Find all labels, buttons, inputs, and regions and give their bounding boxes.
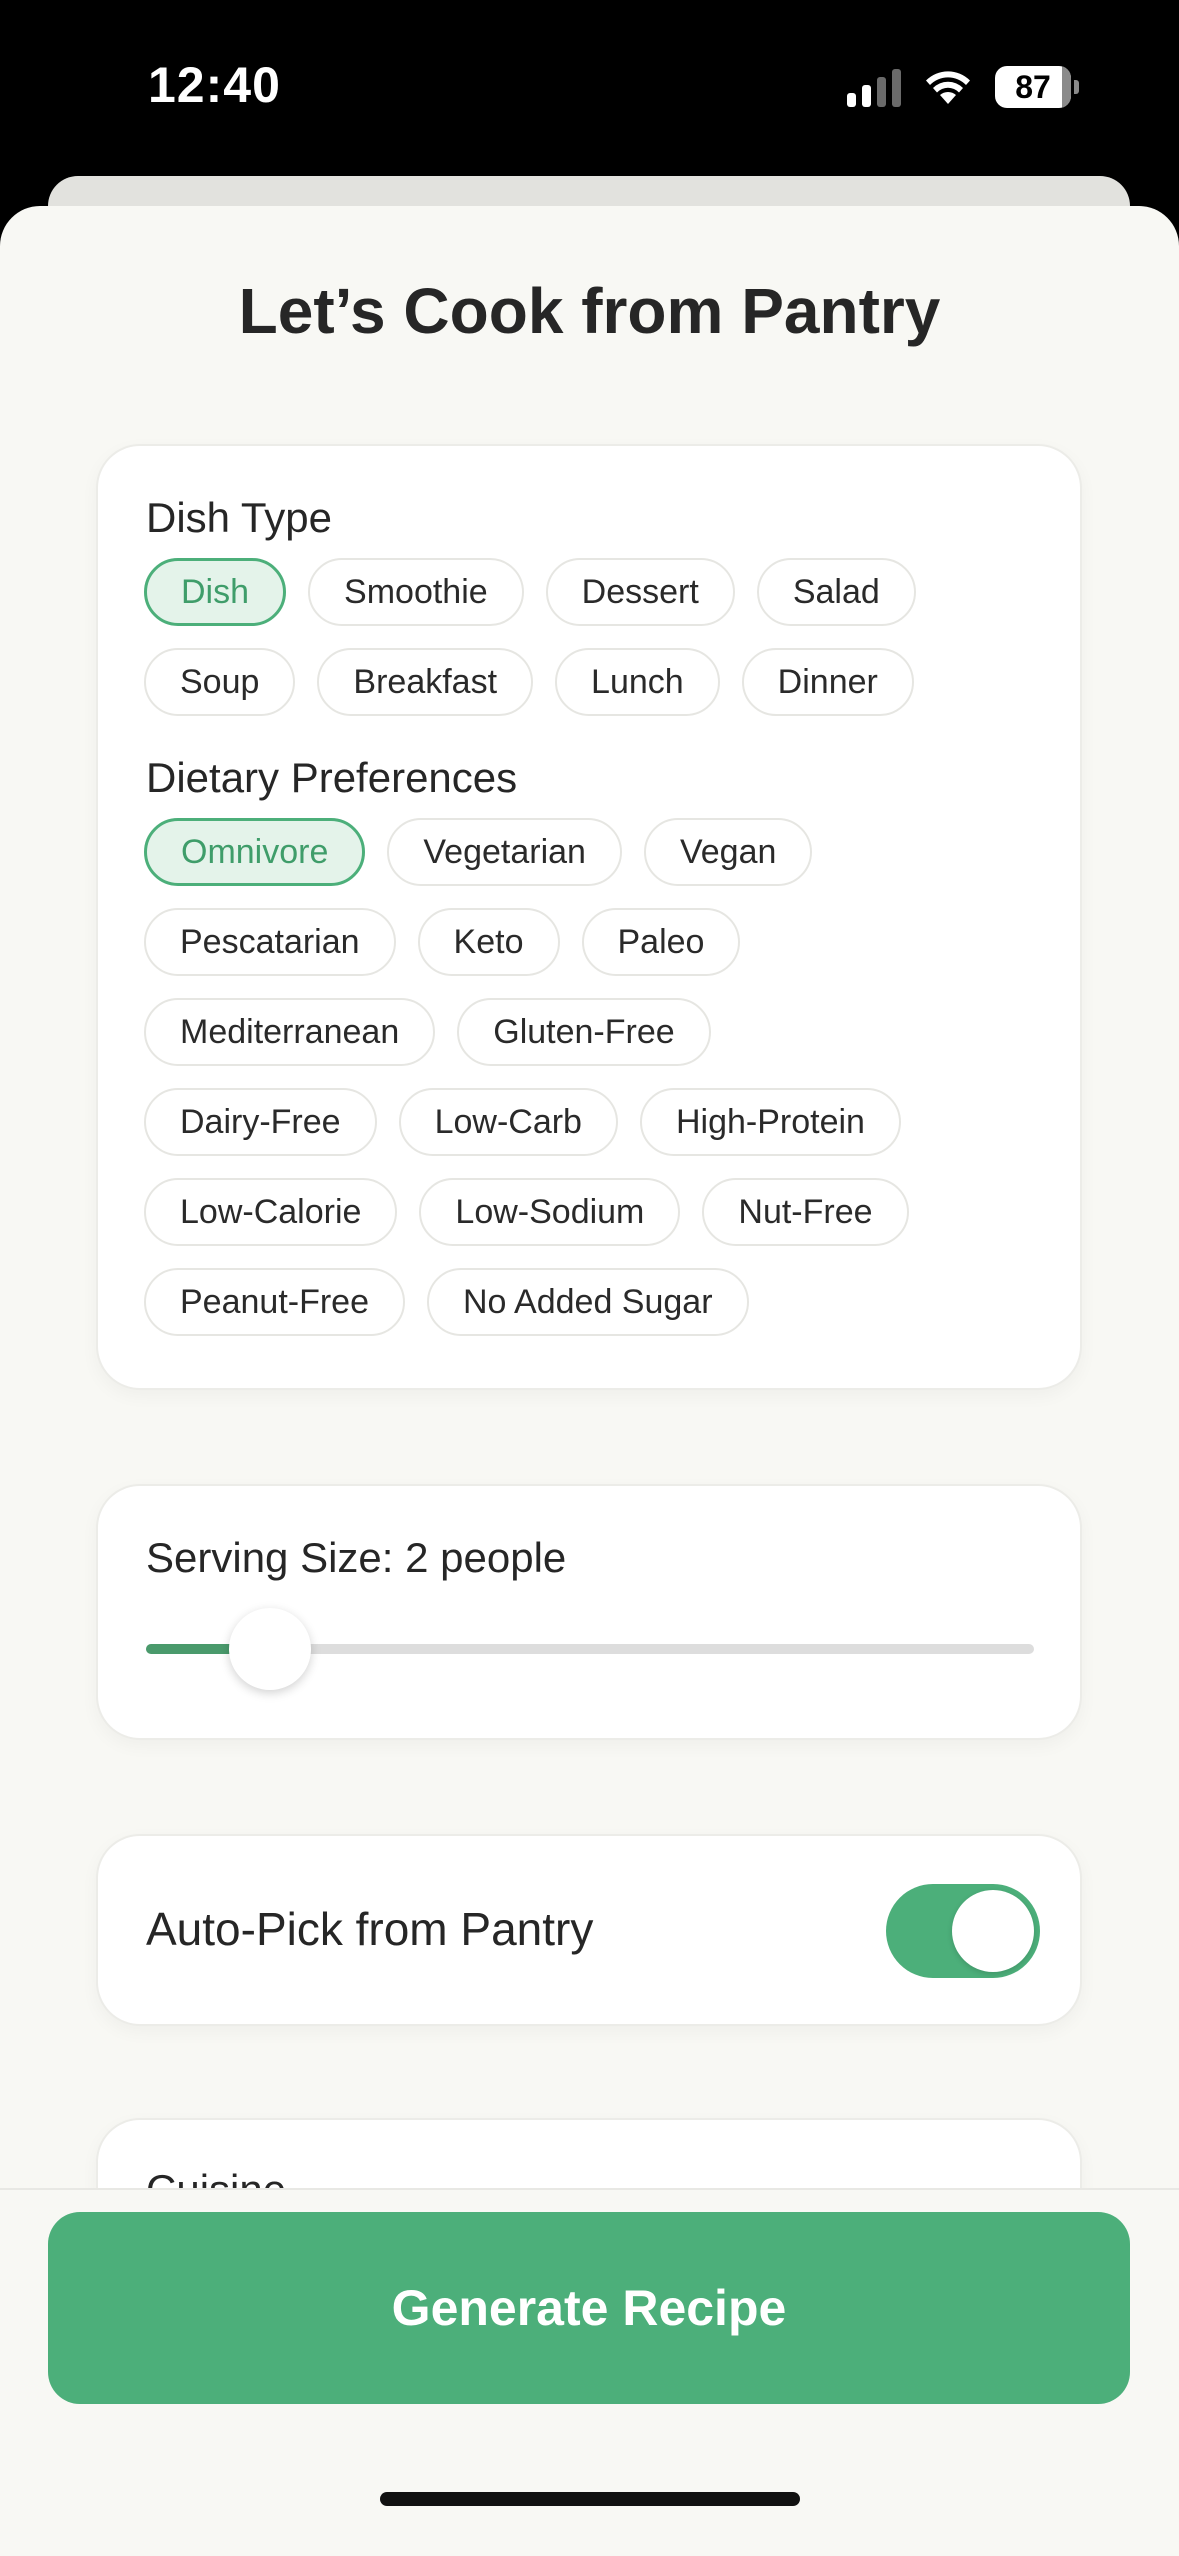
chip-keto[interactable]: Keto: [417, 908, 560, 976]
dish-type-chips: Dish Smoothie Dessert Salad Soup Breakfa…: [144, 558, 1044, 738]
dietary-chips: Omnivore Vegetarian Vegan Pescatarian Ke…: [144, 818, 1044, 1358]
chip-mediterranean[interactable]: Mediterranean: [144, 998, 436, 1066]
chip-smoothie[interactable]: Smoothie: [308, 558, 524, 626]
toggle-knob: [952, 1890, 1034, 1972]
status-bar: 12:40 87: [0, 0, 1179, 180]
bottom-action-bar: Generate Recipe: [0, 2188, 1179, 2556]
chip-pescatarian[interactable]: Pescatarian: [144, 908, 396, 976]
chip-dairy-free[interactable]: Dairy-Free: [144, 1088, 377, 1156]
chip-omnivore[interactable]: Omnivore: [144, 818, 366, 886]
battery-level: 87: [1015, 68, 1051, 105]
serving-size-card: Serving Size: 2 people: [96, 1484, 1082, 1740]
dietary-title: Dietary Preferences: [146, 754, 518, 801]
home-indicator: [380, 2492, 800, 2506]
battery-icon: 87: [995, 66, 1079, 108]
chip-dish[interactable]: Dish: [144, 558, 287, 626]
chip-low-carb[interactable]: Low-Carb: [398, 1088, 618, 1156]
auto-pick-label: Auto-Pick from Pantry: [146, 1903, 594, 1955]
status-time: 12:40: [148, 57, 281, 113]
chip-gluten-free[interactable]: Gluten-Free: [457, 998, 711, 1066]
chip-breakfast[interactable]: Breakfast: [317, 648, 534, 716]
slider-thumb[interactable]: [229, 1608, 312, 1690]
serving-size-label: Serving Size: 2 people: [146, 1534, 567, 1581]
status-icons: 87: [847, 62, 1079, 112]
page-title: Let’s Cook from Pantry: [238, 275, 941, 347]
chip-vegetarian[interactable]: Vegetarian: [387, 818, 622, 886]
auto-pick-card: Auto-Pick from Pantry: [96, 1834, 1082, 2026]
chip-high-protein[interactable]: High-Protein: [639, 1088, 901, 1156]
dish-type-title: Dish Type: [146, 494, 332, 541]
chip-soup[interactable]: Soup: [144, 648, 296, 716]
chip-lunch[interactable]: Lunch: [555, 648, 720, 716]
preferences-card: Dish Type Dish Smoothie Dessert Salad So…: [96, 444, 1082, 1390]
chip-dinner[interactable]: Dinner: [741, 648, 914, 716]
chip-peanut-free[interactable]: Peanut-Free: [144, 1268, 405, 1336]
recipe-sheet: Let’s Cook from Pantry Dish Type Dish Sm…: [0, 206, 1179, 2556]
chip-paleo[interactable]: Paleo: [581, 908, 741, 976]
chip-no-added-sugar[interactable]: No Added Sugar: [427, 1268, 749, 1336]
chip-vegan[interactable]: Vegan: [643, 818, 813, 886]
generate-recipe-button[interactable]: Generate Recipe: [48, 2212, 1130, 2404]
chip-salad[interactable]: Salad: [756, 558, 916, 626]
cellular-signal-icon: [847, 67, 901, 107]
chip-dessert[interactable]: Dessert: [545, 558, 735, 626]
wifi-icon: [926, 71, 970, 104]
chip-low-sodium[interactable]: Low-Sodium: [419, 1178, 681, 1246]
chip-low-calorie[interactable]: Low-Calorie: [144, 1178, 398, 1246]
auto-pick-toggle[interactable]: [886, 1884, 1040, 1978]
serving-size-slider[interactable]: [146, 1608, 1034, 1690]
chip-nut-free[interactable]: Nut-Free: [702, 1178, 909, 1246]
